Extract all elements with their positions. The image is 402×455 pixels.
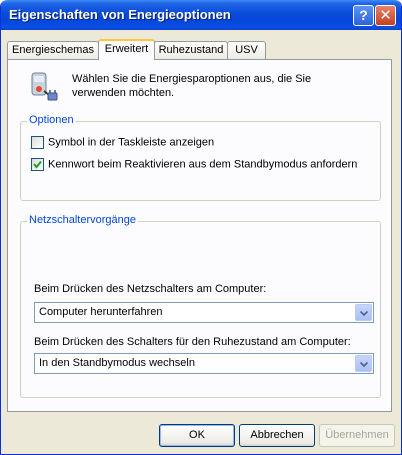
sleep-button-select[interactable]: In den Standbymodus wechseln <box>34 353 374 374</box>
power-button-select[interactable]: Computer herunterfahren <box>34 302 374 323</box>
power-options-icon <box>26 69 60 106</box>
close-button[interactable]: ✕ <box>375 5 396 26</box>
power-button-label: Beim Drücken des Netzschalters am Comput… <box>34 283 267 295</box>
password-on-resume-label: Kennwort beim Reaktivieren aus dem Stand… <box>48 158 358 171</box>
dialog-window: Eigenschaften von Energieoptionen ? ✕ En… <box>0 0 402 455</box>
tab-energieschemas[interactable]: Energieschemas <box>7 41 99 59</box>
password-on-resume-checkbox[interactable] <box>31 158 44 171</box>
tab-usv[interactable]: USV <box>227 41 266 59</box>
taskbar-icon-checkbox[interactable] <box>31 136 44 149</box>
options-group-title: Optionen <box>27 114 76 126</box>
title-bar[interactable]: Eigenschaften von Energieoptionen ? ✕ <box>1 0 401 30</box>
power-button-value: Computer herunterfahren <box>39 306 163 318</box>
checkmark-icon <box>33 160 42 169</box>
help-button[interactable]: ? <box>353 5 374 26</box>
window-title: Eigenschaften von Energieoptionen <box>9 7 231 22</box>
apply-button[interactable]: Übernehmen <box>319 424 395 447</box>
power-buttons-group-title: Netzschaltervorgänge <box>27 214 139 226</box>
sleep-button-value: In den Standbymodus wechseln <box>39 357 195 369</box>
chevron-down-icon[interactable] <box>355 304 372 321</box>
taskbar-icon-label: Symbol in der Taskleiste anzeigen <box>48 136 215 149</box>
chevron-down-icon[interactable] <box>355 355 372 372</box>
cancel-button[interactable]: Abbrechen <box>239 424 315 447</box>
intro-text: Wählen Sie die Energiesparoptionen aus, … <box>72 73 312 99</box>
tab-ruhezustand[interactable]: Ruhezustand <box>154 41 228 59</box>
options-group: Optionen Symbol in der Taskleiste anzeig… <box>20 114 381 201</box>
password-on-resume-checkbox-row[interactable]: Kennwort beim Reaktivieren aus dem Stand… <box>31 158 357 172</box>
sleep-button-label: Beim Drücken des Schalters für den Ruhez… <box>34 336 351 348</box>
ok-button[interactable]: OK <box>159 424 235 447</box>
tab-erweitert[interactable]: Erweitert <box>98 39 155 60</box>
taskbar-icon-checkbox-row[interactable]: Symbol in der Taskleiste anzeigen <box>31 136 214 150</box>
tab-panel-erweitert: Wählen Sie die Energiesparoptionen aus, … <box>7 59 392 412</box>
